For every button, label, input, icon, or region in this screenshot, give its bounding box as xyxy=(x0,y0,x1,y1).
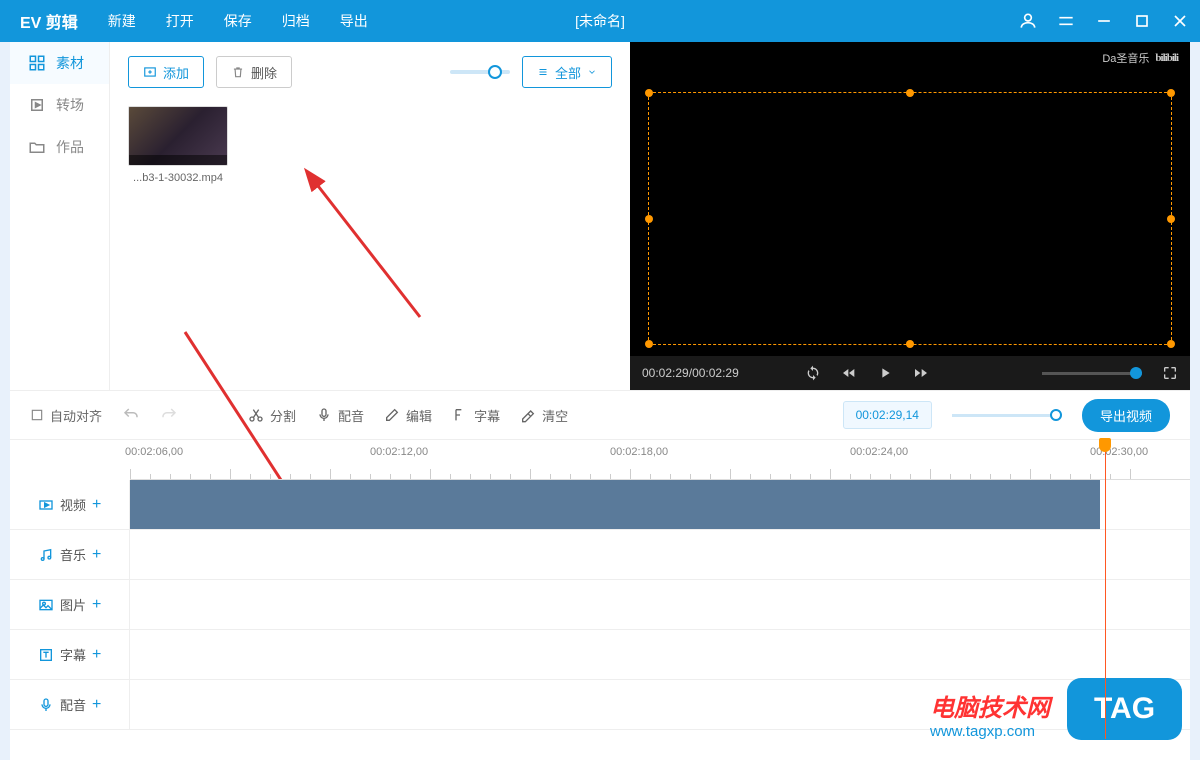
track-video: 视频+ xyxy=(10,480,1190,530)
sidebar-label-works: 作品 xyxy=(56,137,84,157)
add-icon xyxy=(143,65,157,79)
folder-icon xyxy=(28,138,46,156)
sidebar: 素材 转场 作品 xyxy=(10,42,110,390)
split-tool[interactable]: 分割 xyxy=(248,406,296,425)
sidebar-label-assets: 素材 xyxy=(56,53,84,73)
annotation-arrow-1 xyxy=(300,167,440,327)
loop-icon[interactable] xyxy=(805,365,821,381)
forward-icon[interactable] xyxy=(913,365,929,381)
titlebar: EV 剪辑 新建 打开 保存 归档 导出 [未命名] xyxy=(0,0,1200,42)
assets-panel: 添加 删除 全部 ...b3-1-30032.mp4 xyxy=(110,42,630,390)
zoom-slider[interactable] xyxy=(952,414,1062,417)
edit-tool[interactable]: 编辑 xyxy=(384,406,432,425)
music-icon xyxy=(38,547,54,563)
menu-open[interactable]: 打开 xyxy=(166,11,194,31)
sidebar-item-assets[interactable]: 素材 xyxy=(10,42,109,84)
add-image-track[interactable]: + xyxy=(92,596,101,614)
page-watermark: 电脑技术网 www.tagxp.com xyxy=(930,688,1050,740)
clear-tool[interactable]: 清空 xyxy=(520,406,568,425)
preview-time: 00:02:29/00:02:29 xyxy=(642,366,739,380)
add-music-track[interactable]: + xyxy=(92,546,101,564)
preview-watermark-text: Da圣音乐 xyxy=(1102,50,1149,66)
add-dub-track[interactable]: + xyxy=(92,696,101,714)
image-icon xyxy=(38,597,54,613)
track-music: 音乐+ xyxy=(10,530,1190,580)
add-video-track[interactable]: + xyxy=(92,496,101,514)
video-icon xyxy=(38,497,54,513)
asset-item[interactable]: ...b3-1-30032.mp4 xyxy=(128,106,228,184)
filter-select[interactable]: 全部 xyxy=(522,56,612,88)
settings-icon[interactable] xyxy=(1056,11,1076,31)
list-icon xyxy=(537,66,549,78)
chevron-down-icon xyxy=(587,67,597,77)
autosnap-checkbox[interactable]: 自动对齐 xyxy=(30,406,102,425)
close-button[interactable] xyxy=(1170,11,1190,31)
mic-icon xyxy=(38,697,54,713)
menu-export[interactable]: 导出 xyxy=(340,11,368,31)
square-icon xyxy=(28,96,46,114)
selection-frame[interactable] xyxy=(648,92,1172,345)
maximize-button[interactable] xyxy=(1132,11,1152,31)
timecode-display: 00:02:29,14 xyxy=(843,401,932,429)
menu-new[interactable]: 新建 xyxy=(108,11,136,31)
timeline-ruler[interactable]: 00:02:06,00 00:02:12,00 00:02:18,00 00:0… xyxy=(130,440,1190,480)
undo-icon[interactable] xyxy=(122,406,140,424)
main-menu: 新建 打开 保存 归档 导出 xyxy=(108,11,368,31)
asset-filename: ...b3-1-30032.mp4 xyxy=(128,172,228,184)
trash-icon xyxy=(231,65,245,79)
document-title: [未命名] xyxy=(575,11,625,31)
sidebar-item-works[interactable]: 作品 xyxy=(10,126,109,168)
app-logo: EV 剪辑 xyxy=(20,9,78,33)
subtitle-tool[interactable]: 字幕 xyxy=(452,406,500,425)
thumb-size-slider[interactable] xyxy=(450,70,510,74)
play-icon[interactable] xyxy=(877,365,893,381)
tag-badge: TAG xyxy=(1067,678,1182,740)
export-video-button[interactable]: 导出视频 xyxy=(1082,399,1170,432)
add-subtitle-track[interactable]: + xyxy=(92,646,101,664)
redo-icon[interactable] xyxy=(160,406,178,424)
asset-thumbnail xyxy=(128,106,228,166)
timeline-toolbar: 自动对齐 分割 配音 编辑 字幕 清空 00:02:29,14 导出视频 xyxy=(10,390,1190,440)
preview-watermark-brand: bilibili xyxy=(1155,52,1178,64)
delete-button[interactable]: 删除 xyxy=(216,56,292,88)
sidebar-item-transition[interactable]: 转场 xyxy=(10,84,109,126)
user-icon[interactable] xyxy=(1018,11,1038,31)
text-icon xyxy=(38,647,54,663)
menu-save[interactable]: 保存 xyxy=(224,11,252,31)
video-clip[interactable] xyxy=(130,480,1100,529)
rewind-icon[interactable] xyxy=(841,365,857,381)
add-button[interactable]: 添加 xyxy=(128,56,204,88)
preview-volume-slider[interactable] xyxy=(1042,372,1142,375)
timeline: 00:02:06,00 00:02:12,00 00:02:18,00 00:0… xyxy=(10,440,1190,730)
playhead[interactable] xyxy=(1105,440,1106,739)
preview-player: Da圣音乐 bilibili 00:02:29/00:02:29 xyxy=(630,42,1190,390)
preview-controls: 00:02:29/00:02:29 xyxy=(630,356,1190,390)
grid-icon xyxy=(28,54,46,72)
dub-tool[interactable]: 配音 xyxy=(316,406,364,425)
menu-archive[interactable]: 归档 xyxy=(282,11,310,31)
minimize-button[interactable] xyxy=(1094,11,1114,31)
fullscreen-icon[interactable] xyxy=(1162,365,1178,381)
sidebar-label-transition: 转场 xyxy=(56,95,84,115)
track-subtitle: 字幕+ xyxy=(10,630,1190,680)
track-image: 图片+ xyxy=(10,580,1190,630)
